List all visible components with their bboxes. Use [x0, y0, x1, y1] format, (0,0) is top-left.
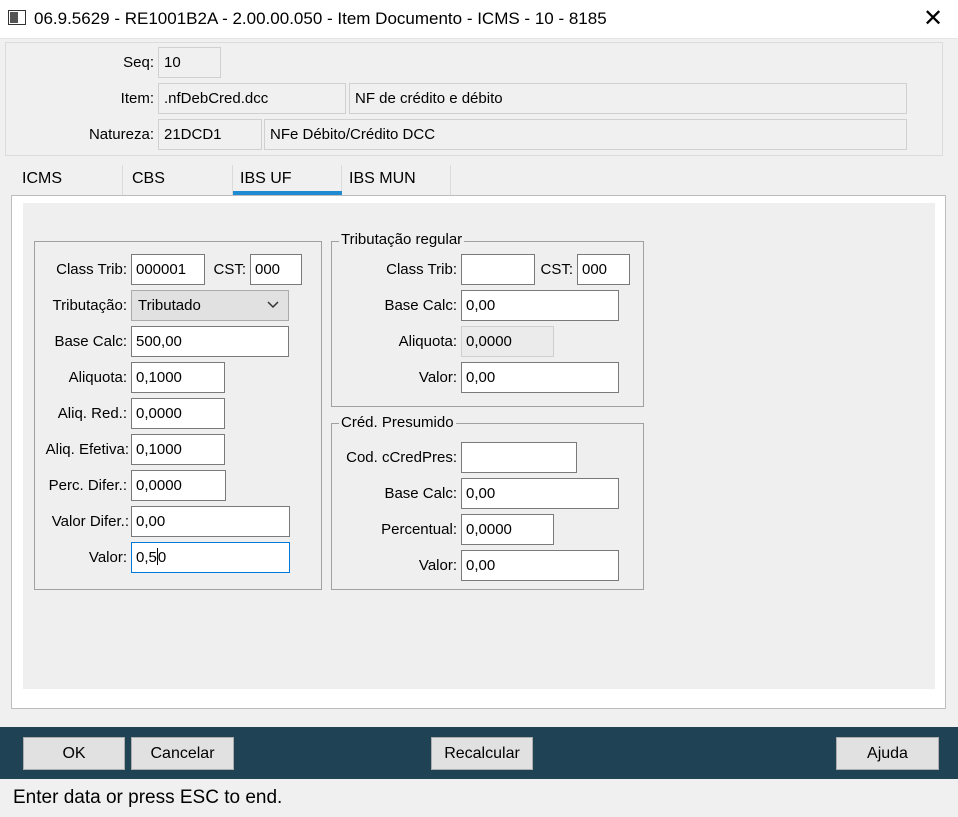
perc-difer-input[interactable]: 0,0000 — [131, 470, 226, 501]
regular-aliquota-label: Aliquota: — [398, 333, 457, 350]
tab-ibs-uf[interactable]: IBS UF — [240, 170, 292, 188]
tab-cbs[interactable]: CBS — [132, 170, 165, 188]
item-label: Item: — [120, 90, 154, 107]
tributacao-select[interactable]: Tributado — [131, 290, 289, 321]
cst-label: CST: — [213, 261, 246, 278]
recalcular-button[interactable]: Recalcular — [431, 737, 533, 770]
percentual-label: Percentual: — [381, 521, 457, 538]
close-icon[interactable]: ✕ — [916, 4, 950, 34]
tributacao-label: Tributação: — [52, 297, 127, 314]
valor-input[interactable]: 0,50 — [131, 542, 290, 573]
class-trib-input[interactable]: 000001 — [131, 254, 205, 285]
aliquota-label: Aliquota: — [68, 369, 127, 386]
tab-ibs-mun[interactable]: IBS MUN — [349, 170, 416, 188]
regular-valor-input[interactable]: 0,00 — [461, 362, 619, 393]
aliq-efetiva-input[interactable]: 0,1000 — [131, 434, 225, 465]
item-code-field[interactable]: .nfDebCred.dcc — [158, 83, 346, 114]
valor-difer-label: Valor Difer.: — [51, 513, 129, 530]
seq-label: Seq: — [123, 54, 154, 71]
item-description-field: NF de crédito e débito — [349, 83, 907, 114]
aliq-efetiva-label: Aliq. Efetiva: — [45, 441, 129, 458]
aliq-red-input[interactable]: 0,0000 — [131, 398, 225, 429]
natureza-label: Natureza: — [88, 126, 154, 143]
aliq-red-label: Aliq. Red.: — [57, 405, 127, 422]
tab-divider — [450, 165, 451, 195]
percentual-input[interactable]: 0,0000 — [461, 514, 554, 545]
ok-button[interactable]: OK — [23, 737, 125, 770]
tributacao-regular-title: Tributação regular — [339, 231, 465, 248]
window-title: 06.9.5629 - RE1001B2A - 2.00.00.050 - It… — [34, 9, 607, 28]
valor-input-text-after-caret: 0 — [157, 549, 167, 566]
tributacao-selected-value: Tributado — [138, 297, 201, 314]
regular-aliquota-field: 0,0000 — [461, 326, 554, 357]
cod-ccredpres-label: Cod. cCredPres: — [346, 449, 457, 466]
regular-cst-label: CST: — [540, 261, 573, 278]
cod-ccredpres-input[interactable] — [461, 442, 577, 473]
regular-class-trib-input[interactable] — [461, 254, 535, 285]
class-trib-label: Class Trib: — [56, 261, 127, 278]
valor-label: Valor: — [88, 549, 127, 566]
cst-input[interactable]: 000 — [250, 254, 302, 285]
base-calc-input[interactable]: 500,00 — [131, 326, 289, 357]
help-button[interactable]: Ajuda — [836, 737, 939, 770]
presumido-valor-label: Valor: — [418, 557, 457, 574]
cred-presumido-title: Créd. Presumido — [339, 414, 456, 431]
seq-field[interactable]: 10 — [158, 47, 221, 78]
presumido-base-calc-input[interactable]: 0,00 — [461, 478, 619, 509]
presumido-valor-input[interactable]: 0,00 — [461, 550, 619, 581]
perc-difer-label: Perc. Difer.: — [48, 477, 127, 494]
tab-divider — [122, 165, 123, 195]
chevron-down-icon — [266, 291, 280, 320]
natureza-code-field[interactable]: 21DCD1 — [158, 119, 262, 150]
status-message: Enter data or press ESC to end. — [13, 787, 283, 808]
tab-icms[interactable]: ICMS — [22, 170, 62, 188]
cancel-button[interactable]: Cancelar — [131, 737, 234, 770]
regular-base-calc-input[interactable]: 0,00 — [461, 290, 619, 321]
aliquota-input[interactable]: 0,1000 — [131, 362, 225, 393]
valor-difer-input[interactable]: 0,00 — [131, 506, 290, 537]
regular-class-trib-label: Class Trib: — [386, 261, 457, 278]
regular-cst-input[interactable]: 000 — [577, 254, 630, 285]
presumido-base-calc-label: Base Calc: — [384, 485, 457, 502]
natureza-description-field: NFe Débito/Crédito DCC — [264, 119, 907, 150]
regular-valor-label: Valor: — [418, 369, 457, 386]
app-window-icon — [8, 10, 26, 25]
regular-base-calc-label: Base Calc: — [384, 297, 457, 314]
base-calc-label: Base Calc: — [54, 333, 127, 350]
valor-input-text-before-caret: 0,5 — [136, 549, 157, 566]
